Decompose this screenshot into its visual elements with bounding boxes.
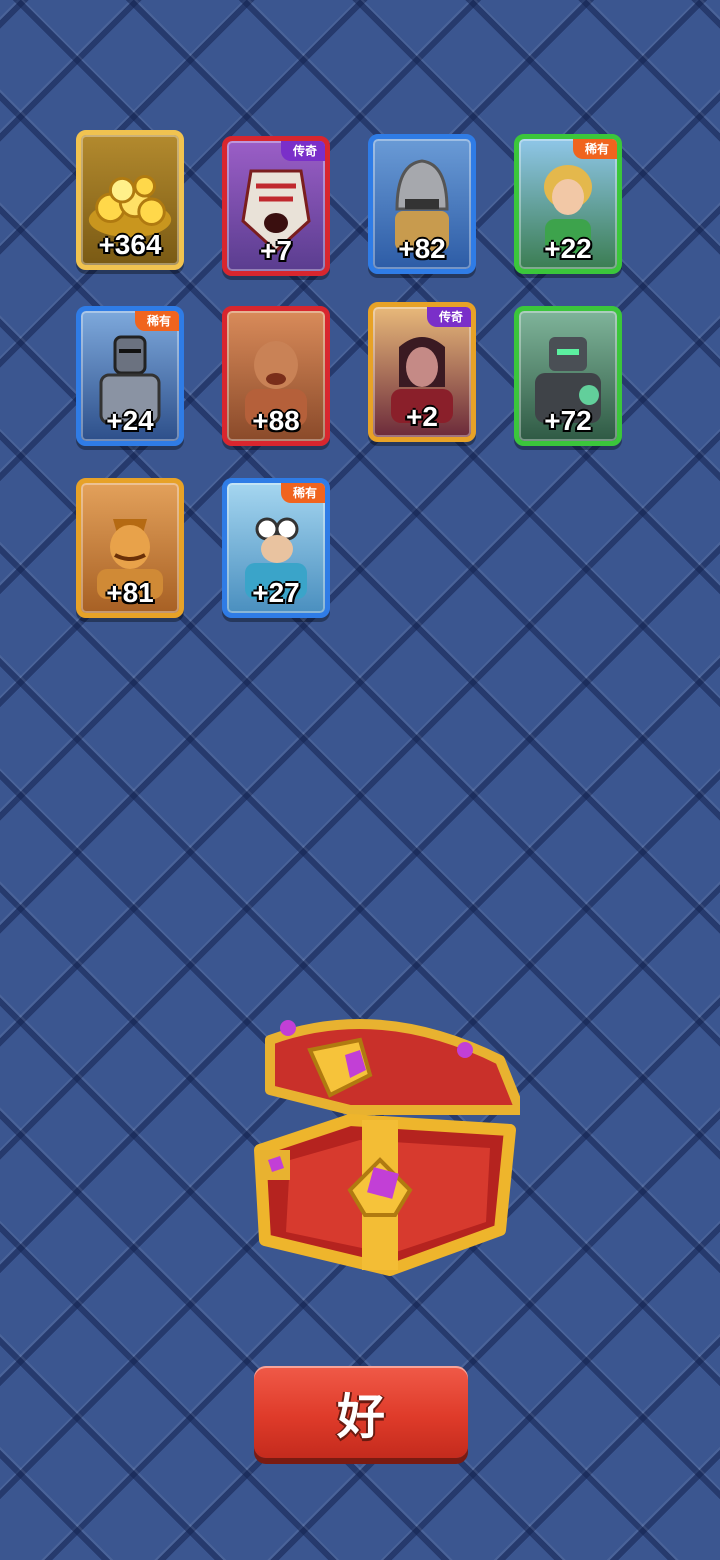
- rare-tag: 稀有: [572, 139, 617, 159]
- reward-card-hero[interactable]: 稀有 +22: [514, 134, 622, 274]
- reward-amount: +88: [252, 405, 300, 436]
- reward-amount: +82: [398, 233, 446, 264]
- reward-amount: +81: [106, 577, 154, 608]
- reward-amount: +2: [406, 401, 438, 432]
- reward-amount: +22: [544, 233, 592, 264]
- treasure-chest-icon: [250, 1000, 525, 1280]
- reward-amount: +7: [260, 235, 292, 266]
- reward-grid: +364 传奇 +7 +82 稀有 +22 稀有 +24 +88 传奇 +2 +…: [0, 0, 720, 640]
- reward-card-hero[interactable]: 稀有 +24: [76, 306, 184, 446]
- confirm-button[interactable]: 好: [254, 1366, 468, 1458]
- reward-card-hero[interactable]: +81: [76, 478, 184, 618]
- reward-amount: +364: [98, 229, 162, 260]
- reward-amount: +72: [544, 405, 592, 436]
- legendary-tag: 传奇: [280, 141, 325, 161]
- reward-card-hero[interactable]: 稀有 +27: [222, 478, 330, 618]
- reward-card-hero[interactable]: 传奇 +2: [368, 302, 476, 442]
- legendary-tag: 传奇: [426, 307, 471, 327]
- reward-amount: +27: [252, 577, 300, 608]
- reward-card-hero[interactable]: +82: [368, 134, 476, 274]
- reward-card-gold[interactable]: +364: [76, 130, 184, 270]
- rare-tag: 稀有: [134, 311, 179, 331]
- reward-card-hero[interactable]: 传奇 +7: [222, 136, 330, 276]
- reward-card-hero[interactable]: +88: [222, 306, 330, 446]
- reward-card-hero[interactable]: +72: [514, 306, 622, 446]
- reward-amount: +24: [106, 405, 154, 436]
- rare-tag: 稀有: [280, 483, 325, 503]
